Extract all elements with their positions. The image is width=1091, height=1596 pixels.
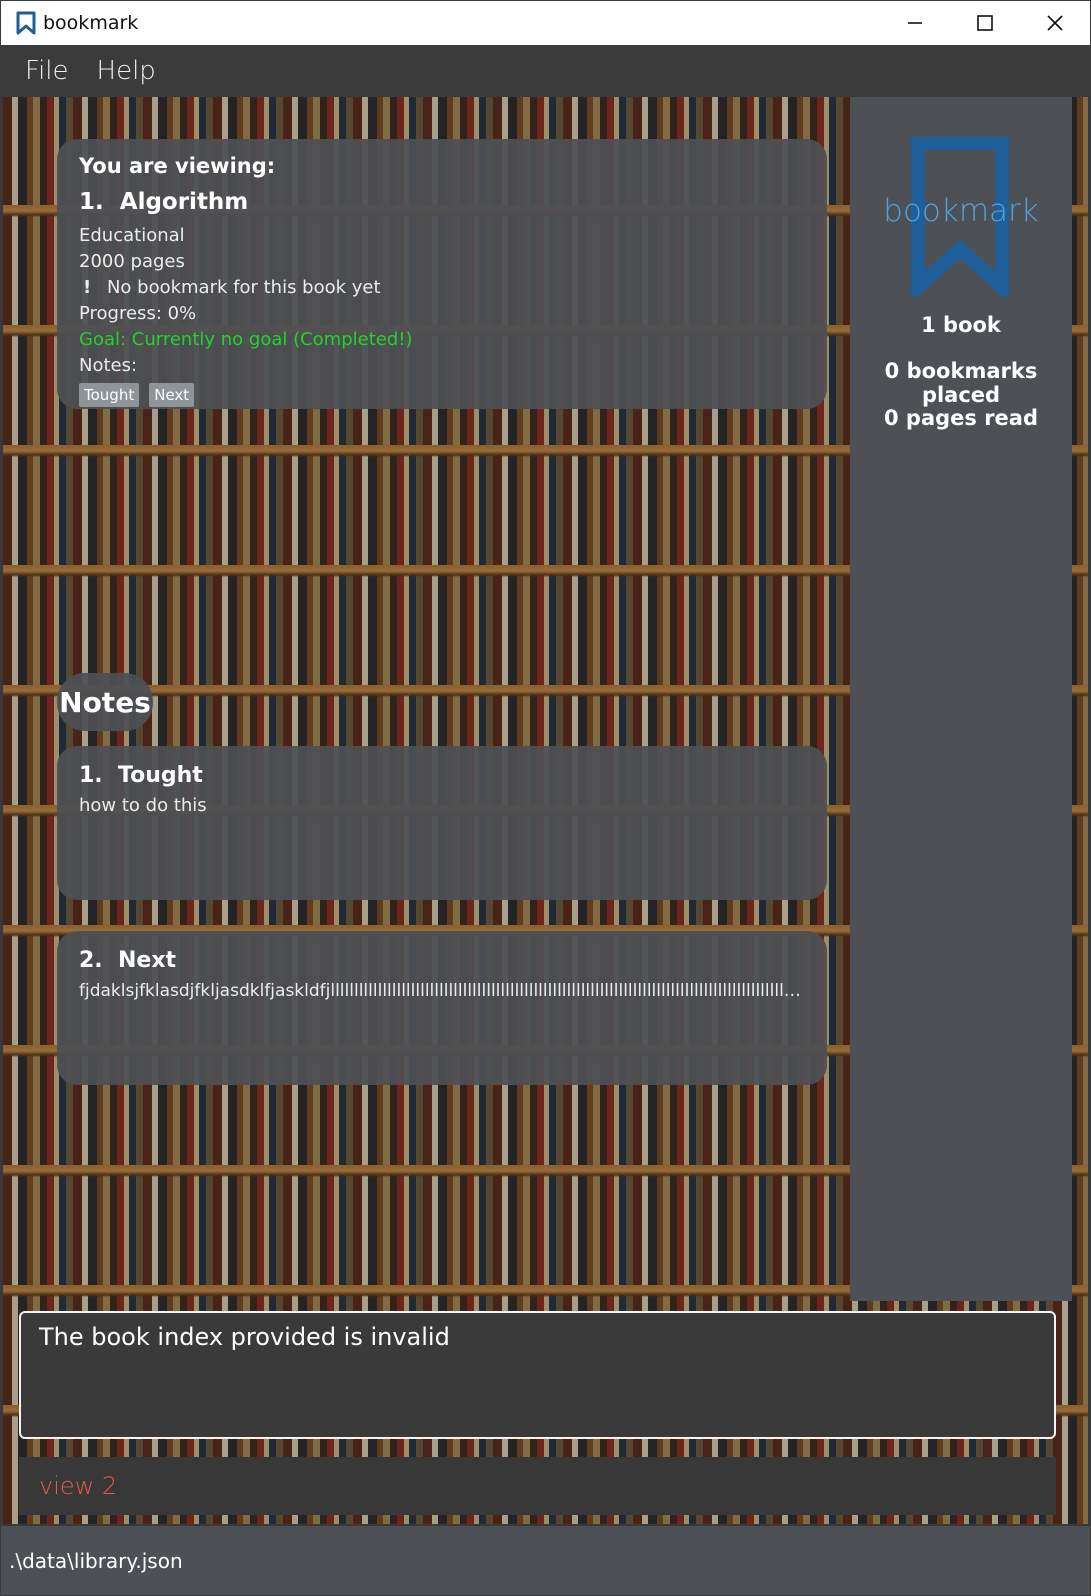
title-bar: bookmark xyxy=(1,1,1090,45)
minimize-icon xyxy=(908,22,922,24)
book-pages: 2000 pages xyxy=(79,251,185,272)
close-button[interactable] xyxy=(1020,1,1090,45)
bookmark-count: 0 bookmarks placed xyxy=(884,359,1038,407)
status-bar: .\data\library.json xyxy=(1,1526,1090,1595)
bookmark-app-icon xyxy=(15,11,37,35)
result-message: The book index provided is invalid xyxy=(39,1323,450,1351)
note-heading: 2. Next xyxy=(79,945,805,977)
note-title: Next xyxy=(118,948,177,973)
logo-text: bookmark xyxy=(883,193,1039,229)
window-controls xyxy=(880,1,1090,45)
command-box[interactable]: view 2 xyxy=(19,1457,1056,1515)
note-card[interactable]: 1. Tought how to do this xyxy=(57,746,827,900)
app-window: bookmark File Help You are viewing: 1. A… xyxy=(0,0,1091,1596)
maximize-icon xyxy=(977,15,993,31)
book-index: 1. xyxy=(79,189,104,215)
command-input[interactable]: view 2 xyxy=(39,1472,117,1500)
book-title-row: 1. Algorithm xyxy=(79,187,805,223)
close-icon xyxy=(1047,15,1063,31)
result-display[interactable]: The book index provided is invalid xyxy=(19,1311,1056,1439)
minimize-button[interactable] xyxy=(880,1,950,45)
book-genre: Educational xyxy=(79,225,185,246)
note-title: Tought xyxy=(118,763,203,788)
note-tag: Tought xyxy=(79,383,140,407)
bookmark-status-text: No bookmark for this book yet xyxy=(106,277,381,298)
notes-label: Notes: xyxy=(79,355,138,376)
note-text: how to do this xyxy=(79,795,207,816)
note-index: 1. xyxy=(79,763,103,788)
maximize-button[interactable] xyxy=(950,1,1020,45)
book-detail-card: You are viewing: 1. Algorithm Educationa… xyxy=(57,139,827,409)
file-path: .\data\library.json xyxy=(9,1549,183,1573)
book-progress: Progress: 0% xyxy=(79,303,197,324)
menu-bar: File Help xyxy=(1,45,1090,97)
viewing-header: You are viewing: xyxy=(79,154,276,178)
bookmark-status: ! No bookmark for this book yet xyxy=(79,275,805,301)
note-text: fjdaklsjfklasdjfkljasdklfjaskldfjlllllll… xyxy=(79,981,805,1001)
notes-section-label: Notes xyxy=(57,673,153,731)
book-count: 1 book xyxy=(921,313,1001,337)
note-tag: Next xyxy=(149,383,195,407)
note-tags: Tought Next xyxy=(79,383,805,407)
book-title: Algorithm xyxy=(119,189,249,215)
note-heading: 1. Tought xyxy=(79,760,805,792)
menu-help[interactable]: Help xyxy=(97,56,156,86)
library-stats-panel: bookmark 1 book 0 bookmarks placed 0 pag… xyxy=(850,97,1072,1301)
menu-file[interactable]: File xyxy=(25,56,69,86)
book-goal: Goal: Currently no goal (Completed!) xyxy=(79,329,413,350)
note-index: 2. xyxy=(79,948,103,973)
note-card[interactable]: 2. Next fjdaklsjfklasdjfkljasdklfjaskldf… xyxy=(57,931,827,1085)
window-title: bookmark xyxy=(43,12,139,34)
pages-read: 0 pages read xyxy=(883,406,1038,430)
exclamation-icon: ! xyxy=(83,277,92,298)
